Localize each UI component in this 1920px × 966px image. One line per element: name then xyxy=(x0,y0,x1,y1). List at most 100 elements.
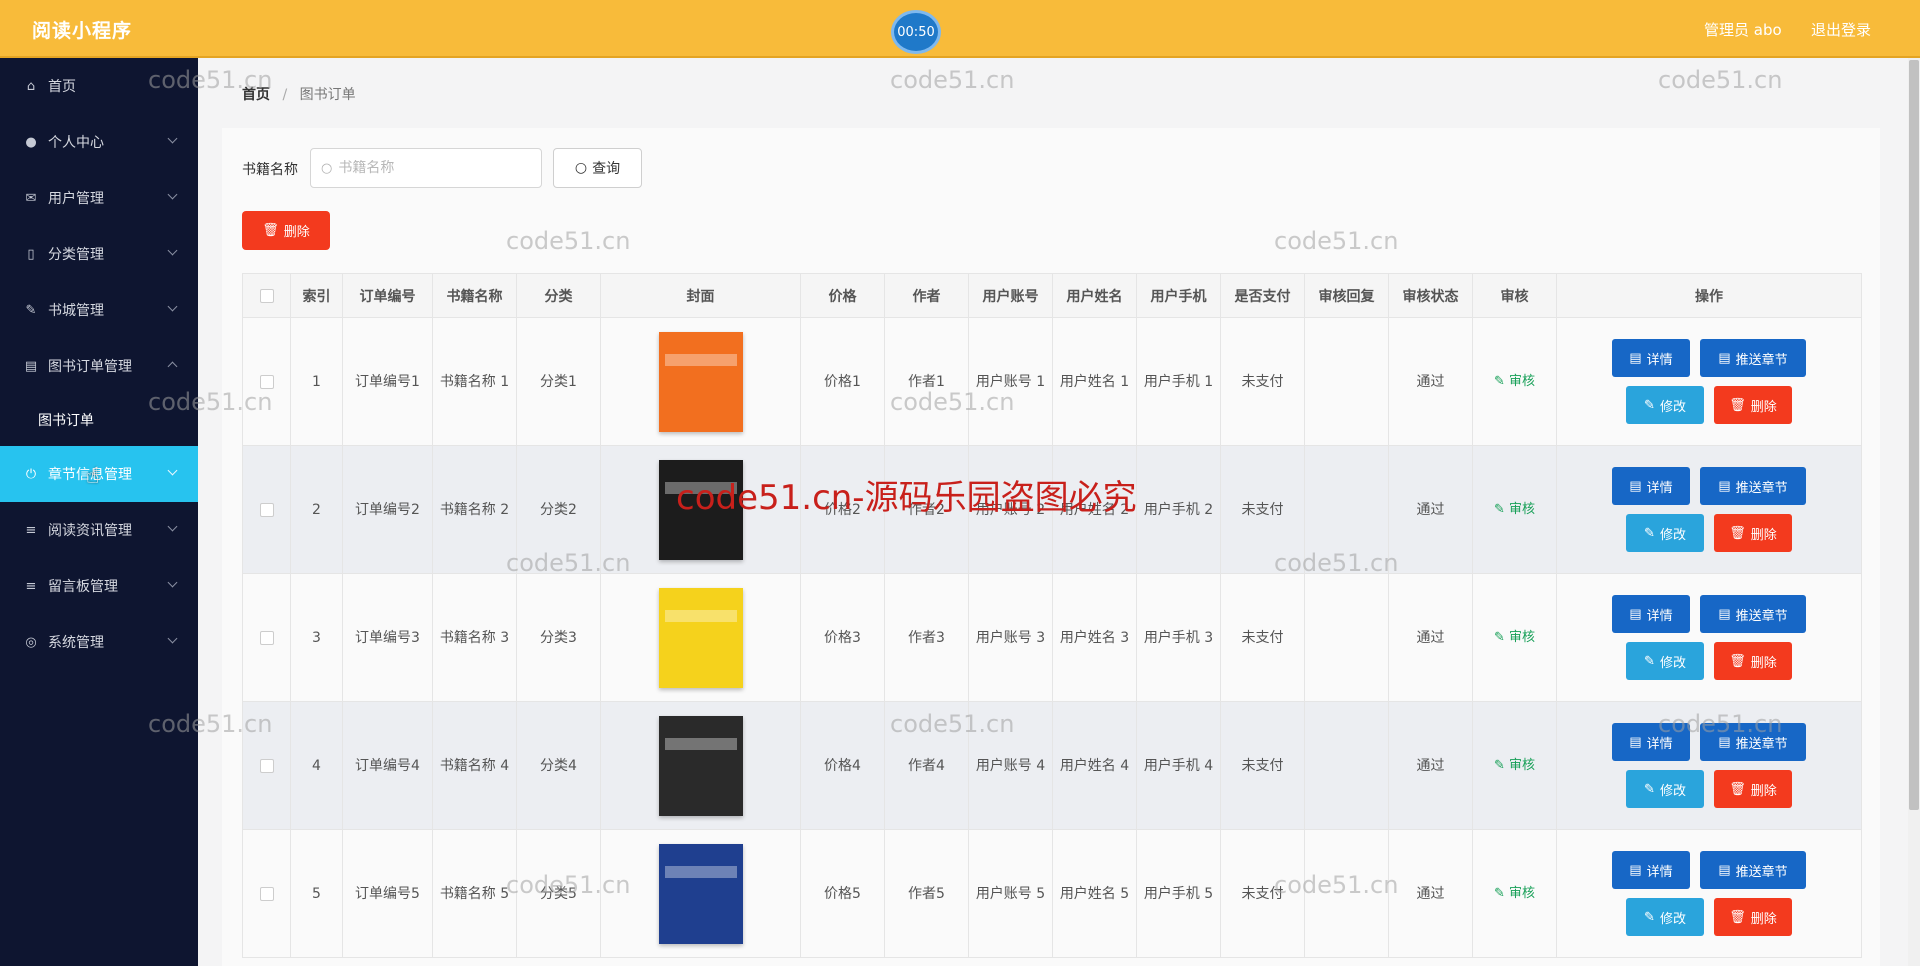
search-input[interactable] xyxy=(338,160,529,176)
review-link[interactable]: ✎ 审核 xyxy=(1494,374,1535,389)
sidebar-item-system[interactable]: ◎ 系统管理 xyxy=(0,614,198,670)
delete-button[interactable]: 🗑 删除 xyxy=(1714,386,1792,424)
row-checkbox[interactable] xyxy=(259,886,274,901)
document-icon: ▤ xyxy=(1718,606,1731,621)
delete-button[interactable]: 🗑 删除 xyxy=(1714,514,1792,552)
cell-account: 用户账号 5 xyxy=(968,829,1053,958)
row-actions-top: ▤ 详情 ▤ 推送章节 xyxy=(1612,467,1806,505)
document-icon: ▤ xyxy=(1629,478,1642,493)
sidebar-item-label: 图书订单管理 xyxy=(48,359,132,375)
column-header: 是否支付 xyxy=(1220,273,1305,318)
cell-order-no: 订单编号4 xyxy=(342,701,433,830)
sidebar-item-news[interactable]: ≡ 阅读资讯管理 xyxy=(0,502,198,558)
detail-button[interactable]: ▤ 详情 xyxy=(1612,595,1690,633)
row-actions-bottom: ✎ 修改 🗑 删除 xyxy=(1626,770,1792,808)
cover-title-band xyxy=(664,609,737,622)
push-chapter-button[interactable]: ▤ 推送章节 xyxy=(1700,851,1806,889)
app-title: 阅读小程序 xyxy=(32,20,133,42)
query-button[interactable]: ○ 查询 xyxy=(553,148,642,188)
select-all-checkbox[interactable] xyxy=(259,288,274,303)
row-checkbox[interactable] xyxy=(259,502,274,517)
cell-name: 用户姓名 2 xyxy=(1052,445,1137,574)
actions-cell: ▤ 详情 ▤ 推送章节 ✎ 修改 🗑 删除 xyxy=(1556,573,1862,702)
review-link[interactable]: ✎ 审核 xyxy=(1494,502,1535,517)
cell-order-no: 订单编号5 xyxy=(342,829,433,958)
cover-cell xyxy=(600,829,801,958)
edit-icon: ✎ xyxy=(1644,653,1655,668)
push-chapter-button[interactable]: ▤ 推送章节 xyxy=(1700,339,1806,377)
chevron-down-icon xyxy=(167,301,178,312)
edit-button[interactable]: ✎ 修改 xyxy=(1626,770,1704,808)
sidebar-item-label: 分类管理 xyxy=(48,247,104,263)
sidebar-item-profile[interactable]: ● 个人中心 xyxy=(0,114,198,170)
review-cell: ✎ 审核 xyxy=(1472,317,1557,446)
detail-button[interactable]: ▤ 详情 xyxy=(1612,723,1690,761)
push-chapter-button[interactable]: ▤ 推送章节 xyxy=(1700,723,1806,761)
sidebar-item-label: 章节信息管理 xyxy=(48,467,132,483)
sidebar-item-label: 用户管理 xyxy=(48,191,104,207)
watermark: code51.cn xyxy=(1658,66,1783,94)
sidebar-subitem-book-order[interactable]: 图书订单 xyxy=(0,394,198,446)
chevron-down-icon xyxy=(167,189,178,200)
row-checkbox[interactable] xyxy=(259,630,274,645)
row-actions-bottom: ✎ 修改 🗑 删除 xyxy=(1626,642,1792,680)
column-header: 操作 xyxy=(1556,273,1862,318)
detail-label: 详情 xyxy=(1646,863,1673,879)
cell-reply xyxy=(1304,829,1389,958)
detail-button[interactable]: ▤ 详情 xyxy=(1612,339,1690,377)
cover-title-band xyxy=(664,737,737,750)
edit-label: 修改 xyxy=(1659,654,1686,670)
sidebar-item-book-orders[interactable]: ▤ 图书订单管理 xyxy=(0,338,198,394)
mail-icon: ✉ xyxy=(25,190,37,206)
sidebar-item-categories[interactable]: ▯ 分类管理 xyxy=(0,226,198,282)
row-actions-bottom: ✎ 修改 🗑 删除 xyxy=(1626,386,1792,424)
column-header: 用户账号 xyxy=(968,273,1053,318)
logout-link[interactable]: 退出登录 xyxy=(1811,19,1871,40)
breadcrumb-home[interactable]: 首页 xyxy=(242,87,270,103)
push-chapter-button[interactable]: ▤ 推送章节 xyxy=(1700,467,1806,505)
detail-button[interactable]: ▤ 详情 xyxy=(1612,851,1690,889)
push-chapter-button[interactable]: ▤ 推送章节 xyxy=(1700,595,1806,633)
row-actions: ▤ 详情 ▤ 推送章节 ✎ 修改 🗑 删除 xyxy=(1561,723,1857,808)
timer-badge: 00:50 xyxy=(891,10,941,54)
row-actions: ▤ 详情 ▤ 推送章节 ✎ 修改 🗑 删除 xyxy=(1561,595,1857,680)
actions-cell: ▤ 详情 ▤ 推送章节 ✎ 修改 🗑 删除 xyxy=(1556,317,1862,446)
cell-status: 通过 xyxy=(1388,445,1473,574)
detail-button[interactable]: ▤ 详情 xyxy=(1612,467,1690,505)
edit-label: 修改 xyxy=(1659,782,1686,798)
review-link[interactable]: ✎ 审核 xyxy=(1494,758,1535,773)
cover-cell xyxy=(600,317,801,446)
cell-index: 1 xyxy=(290,317,343,446)
cell-phone: 用户手机 3 xyxy=(1136,573,1221,702)
edit-button[interactable]: ✎ 修改 xyxy=(1626,642,1704,680)
edit-button[interactable]: ✎ 修改 xyxy=(1626,386,1704,424)
sidebar-item-chapters[interactable]: ⏻ 章节信息管理 xyxy=(0,446,198,502)
actions-cell: ▤ 详情 ▤ 推送章节 ✎ 修改 🗑 删除 xyxy=(1556,445,1862,574)
edit-button[interactable]: ✎ 修改 xyxy=(1626,898,1704,936)
actions-cell: ▤ 详情 ▤ 推送章节 ✎ 修改 🗑 删除 xyxy=(1556,701,1862,830)
scrollbar-thumb[interactable] xyxy=(1909,60,1919,810)
delete-button[interactable]: 🗑 删除 xyxy=(1714,898,1792,936)
delete-button[interactable]: 🗑 删除 xyxy=(1714,770,1792,808)
review-link[interactable]: ✎ 审核 xyxy=(1494,630,1535,645)
review-cell: ✎ 审核 xyxy=(1472,829,1557,958)
row-checkbox[interactable] xyxy=(259,374,274,389)
sidebar-item-bookstore[interactable]: ✎ 书城管理 xyxy=(0,282,198,338)
chevron-down-icon xyxy=(167,521,178,532)
select-all-header xyxy=(242,273,291,318)
review-link[interactable]: ✎ 审核 xyxy=(1494,886,1535,901)
row-checkbox[interactable] xyxy=(259,758,274,773)
sidebar-item-label: 个人中心 xyxy=(48,135,104,151)
query-button-label: 查询 xyxy=(592,161,621,177)
delete-label: 删除 xyxy=(1750,526,1777,542)
cell-phone: 用户手机 1 xyxy=(1136,317,1221,446)
edit-button[interactable]: ✎ 修改 xyxy=(1626,514,1704,552)
sidebar-item-messages[interactable]: ≡ 留言板管理 xyxy=(0,558,198,614)
column-header: 书籍名称 xyxy=(432,273,517,318)
bulk-delete-button[interactable]: 🗑 删除 xyxy=(242,211,330,250)
search-field[interactable]: ○ xyxy=(310,148,542,188)
delete-button[interactable]: 🗑 删除 xyxy=(1714,642,1792,680)
sidebar-item-users[interactable]: ✉ 用户管理 xyxy=(0,170,198,226)
cell-reply xyxy=(1304,445,1389,574)
sidebar-item-home[interactable]: ⌂ 首页 xyxy=(0,58,198,114)
